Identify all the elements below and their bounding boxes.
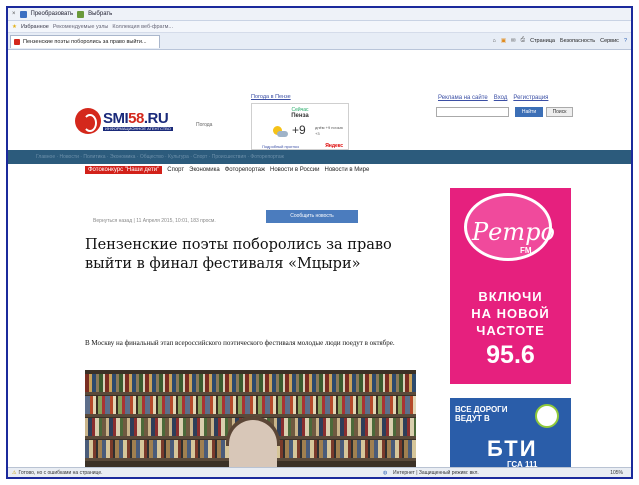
- bti-slogan: ВСЕ ДОРОГИ ВЕДУТ В: [455, 405, 508, 423]
- article-lead: В Москву на финальный этап всероссийског…: [85, 339, 395, 347]
- favorites-item-2[interactable]: Коллекция веб-фрагм...: [112, 24, 173, 30]
- command-bar: ⌂ ▣ ✉ ⎙ Страница Безопасность Сервис ?: [493, 37, 627, 44]
- weather-forecast-link[interactable]: Подробный прогноз: [262, 144, 299, 149]
- weather-label: Погода: [196, 122, 213, 128]
- logo-subtitle: ИНФОРМАЦИОННОЕ АГЕНТСТВО: [103, 126, 173, 131]
- print-icon[interactable]: ⎙: [521, 37, 525, 44]
- menu-select[interactable]: Выбрать: [88, 11, 112, 17]
- home-icon[interactable]: ⌂: [493, 38, 496, 44]
- retro-line-1: ВКЛЮЧИ: [478, 289, 543, 304]
- menu-bar: × Преобразовать Выбрать: [8, 8, 631, 21]
- advanced-search-button[interactable]: Поиск: [546, 107, 573, 117]
- retro-frequency: 95.6: [486, 341, 535, 369]
- favorites-item-1[interactable]: Рекомендуемые узлы: [53, 24, 109, 30]
- report-news-button[interactable]: Сообщить новость: [266, 210, 358, 223]
- star-icon: ★: [12, 23, 17, 30]
- web-page: SMI58.RU ИНФОРМАЦИОННОЕ АГЕНТСТВО Погода…: [8, 50, 631, 471]
- bti-title: БТИ: [487, 436, 538, 461]
- favorites-bar: ★ Избранное Рекомендуемые узлы Коллекция…: [8, 21, 631, 33]
- nav-item-sport[interactable]: Спорт: [167, 167, 184, 173]
- category-nav: Фотоконкурс "Наши дети" Спорт Экономика …: [85, 166, 369, 174]
- security-zone[interactable]: Интернет | Защищенный режим: вкл.: [393, 470, 479, 476]
- tab-toolbar-row: Пензенские поэты поборолись за право вый…: [8, 33, 631, 50]
- weather-widget: Сейчас Пенза +9 днём +9 ночью +3 Подробн…: [251, 103, 349, 150]
- retro-logo-text: Ретро: [472, 218, 555, 246]
- feeds-icon[interactable]: ▣: [501, 38, 506, 44]
- globe-icon: ◍: [383, 469, 388, 476]
- status-text: Готово, но с ошибками на странице.: [18, 469, 103, 476]
- menu-convert[interactable]: Преобразовать: [31, 11, 74, 17]
- status-bar: ⚠ Готово, но с ошибками на странице. ◍ И…: [8, 467, 631, 477]
- weather-city: Пенза: [291, 113, 309, 119]
- nav-item-economy[interactable]: Экономика: [189, 167, 220, 173]
- top-links: Реклама на сайте Вход Регистрация: [438, 95, 548, 101]
- close-icon[interactable]: ×: [12, 11, 16, 17]
- safety-menu[interactable]: Безопасность: [560, 38, 595, 44]
- favorites-button[interactable]: Избранное: [21, 24, 49, 30]
- person-figure: [229, 420, 277, 471]
- retro-line-3: ЧАСТОТЕ: [476, 323, 545, 338]
- weather-details: днём +9 ночью +3: [315, 125, 343, 136]
- tools-menu[interactable]: Сервис: [600, 38, 619, 44]
- search-input[interactable]: [436, 107, 509, 117]
- page-favicon: [14, 39, 20, 45]
- weather-title-link[interactable]: Погода в Пензе: [251, 94, 291, 100]
- nav-item-russia-news[interactable]: Новости в России: [270, 167, 320, 173]
- browser-window: × Преобразовать Выбрать ★ Избранное Реко…: [6, 6, 633, 479]
- site-logo[interactable]: SMI58.RU ИНФОРМАЦИОННОЕ АГЕНТСТВО: [75, 108, 173, 134]
- logo-mark-icon: [75, 108, 101, 134]
- cloud-icon: [277, 131, 288, 137]
- tab-title: Пензенские поэты поборолись за право вый…: [23, 39, 147, 45]
- search-button[interactable]: Найти: [515, 107, 543, 117]
- convert-icon: [19, 10, 27, 18]
- article-photo[interactable]: [85, 370, 416, 471]
- logo-text: SMI58.RU: [103, 110, 169, 127]
- bti-logo-icon: [535, 404, 559, 428]
- register-link[interactable]: Регистрация: [513, 95, 548, 101]
- yandex-logo[interactable]: Яндекс: [325, 143, 343, 149]
- page-menu[interactable]: Страница: [530, 38, 555, 44]
- article-meta: Вернуться назад | 11 Апреля 2015, 10:01,…: [93, 218, 216, 224]
- warning-icon[interactable]: ⚠: [12, 470, 16, 476]
- select-icon: [77, 10, 85, 18]
- ads-link[interactable]: Реклама на сайте: [438, 95, 488, 101]
- retro-fm-banner[interactable]: Ретро FM ВКЛЮЧИ НА НОВОЙ ЧАСТОТЕ 95.6: [450, 188, 571, 384]
- nav-item-photo-contest[interactable]: Фотоконкурс "Наши дети": [85, 166, 163, 174]
- zoom-level[interactable]: 105%: [610, 470, 623, 476]
- nav-item-photo-report[interactable]: Фоторепортаж: [225, 167, 265, 173]
- retro-line-2: НА НОВОЙ: [471, 306, 550, 321]
- help-icon[interactable]: ?: [624, 38, 627, 44]
- article-title: Пензенские поэты поборолись за право вый…: [85, 237, 392, 272]
- weather-temp: +9: [292, 123, 306, 137]
- bti-banner[interactable]: ВСЕ ДОРОГИ ВЕДУТ В БТИ ГСА 111: [450, 398, 571, 471]
- header-ticker-text: Главное · Новости · Политика · Экономика…: [36, 154, 284, 160]
- nav-item-world-news[interactable]: Новости в Мире: [325, 167, 370, 173]
- login-link[interactable]: Вход: [494, 95, 508, 101]
- browser-tab[interactable]: Пензенские поэты поборолись за право вый…: [10, 35, 160, 48]
- mail-icon[interactable]: ✉: [511, 38, 516, 44]
- retro-fm-text: FM: [520, 246, 532, 255]
